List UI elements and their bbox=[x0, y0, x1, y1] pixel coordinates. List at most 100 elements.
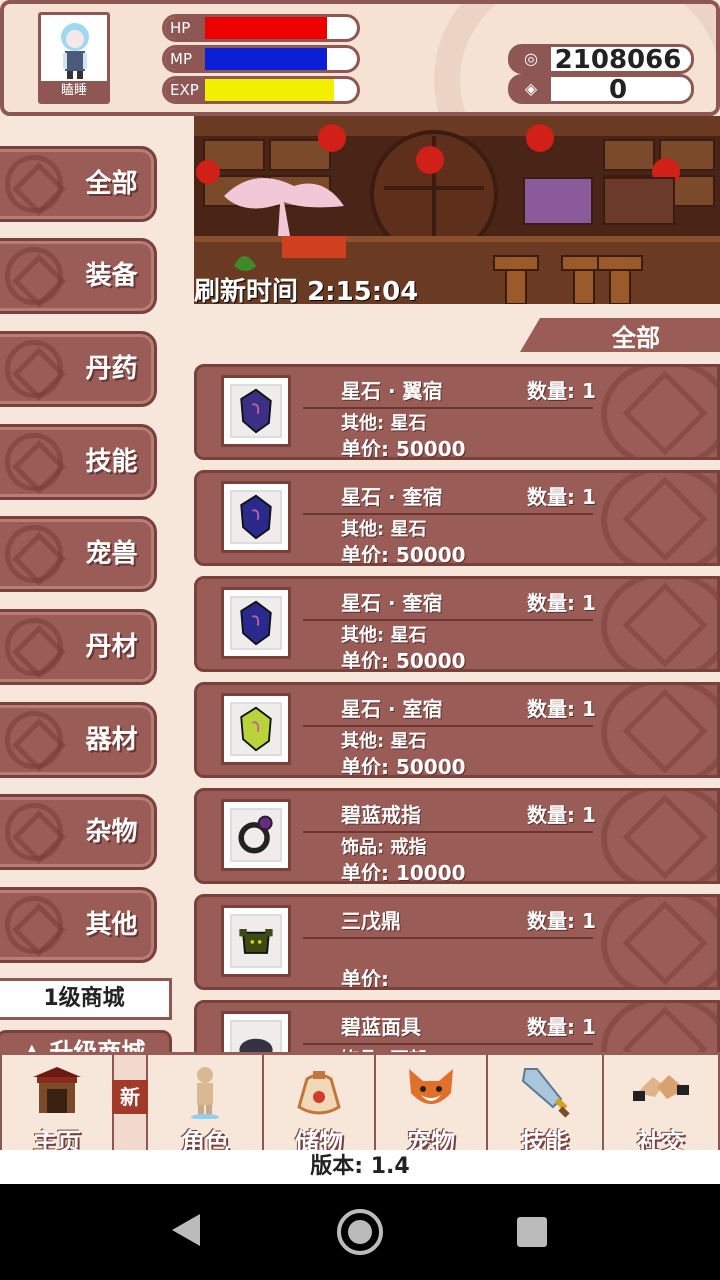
game-screen: 瞌睡 HP MP EXP ◎ 2108066 ◈ 0 全部 装备 丹药 技能 宠… bbox=[0, 0, 720, 1184]
mask-icon bbox=[230, 1020, 282, 1054]
item-slot[interactable] bbox=[221, 799, 291, 871]
new-badge: 新 bbox=[112, 1080, 148, 1114]
category-all[interactable]: 全部 bbox=[0, 146, 157, 222]
ring-icon bbox=[230, 808, 282, 862]
item-name: 星石 · 翼宿 bbox=[341, 379, 443, 403]
item-name: 星石 · 奎宿 bbox=[341, 485, 443, 509]
nav-social[interactable]: 社交 bbox=[602, 1055, 720, 1156]
star-ornament-icon bbox=[5, 247, 63, 305]
star-ornament-icon bbox=[5, 433, 63, 491]
category-label: 丹药 bbox=[85, 354, 138, 384]
back-icon[interactable] bbox=[172, 1214, 200, 1246]
category-equipment[interactable]: 装备 bbox=[0, 238, 157, 314]
divider bbox=[303, 937, 593, 939]
nav-pets[interactable]: 宠物 bbox=[374, 1055, 488, 1156]
category-pets[interactable]: 宠兽 bbox=[0, 516, 157, 592]
shop-level-label: 1级商城 bbox=[0, 978, 172, 1020]
item-slot[interactable] bbox=[221, 587, 291, 659]
mp-bar: MP bbox=[162, 45, 360, 73]
handshake-icon bbox=[633, 1075, 689, 1101]
star-ornament-icon bbox=[601, 897, 717, 987]
item-quantity: 数量: 1 bbox=[527, 591, 596, 615]
item-category: 其他: 星石 bbox=[341, 519, 427, 540]
bag-icon bbox=[297, 1071, 341, 1115]
star-ornament-icon bbox=[5, 525, 63, 583]
item-category: 其他: 星石 bbox=[341, 413, 427, 434]
current-filter-tag: 全部 bbox=[520, 318, 720, 352]
item-category: 饰品: 戒指 bbox=[341, 837, 427, 858]
item-slot[interactable] bbox=[221, 375, 291, 447]
mp-label: MP bbox=[165, 48, 205, 70]
shop-item-row[interactable]: 三戊鼎 数量: 1 单价: bbox=[194, 894, 720, 990]
shop-item-row[interactable]: 星石 · 室宿 数量: 1 其他: 星石 单价: 50000 bbox=[194, 682, 720, 778]
refresh-label: 刷新时间 bbox=[194, 277, 299, 304]
shop-item-row[interactable]: 星石 · 翼宿 数量: 1 其他: 星石 单价: 50000 bbox=[194, 364, 720, 460]
shop-item-list[interactable]: 星石 · 翼宿 数量: 1 其他: 星石 单价: 50000 星石 · 奎宿 数量: 1其… bbox=[194, 364, 720, 1054]
item-category: 其他: 星石 bbox=[341, 731, 427, 752]
blue-star-stone-icon bbox=[230, 596, 282, 650]
hp-bar: HP bbox=[162, 14, 360, 42]
star-ornament-icon bbox=[5, 155, 63, 213]
item-quantity: 数量: 1 bbox=[527, 485, 596, 509]
character-portrait-icon bbox=[61, 23, 89, 79]
hp-label: HP bbox=[165, 17, 205, 39]
shop-item-row[interactable]: 星石 · 奎宿 数量: 1 其他: 星石 单价: 50000 bbox=[194, 576, 720, 672]
item-slot[interactable] bbox=[221, 481, 291, 553]
item-quantity: 数量: 1 bbox=[527, 803, 596, 827]
star-ornament-icon bbox=[601, 367, 717, 457]
item-slot[interactable] bbox=[221, 693, 291, 765]
refresh-time: 2:15:04 bbox=[307, 277, 419, 304]
item-quantity: 数量: 1 bbox=[527, 909, 596, 933]
category-sidebar: 全部 装备 丹药 技能 宠兽 丹材 器材 杂物 其他 bbox=[0, 116, 194, 1056]
category-other[interactable]: 其他 bbox=[0, 887, 157, 963]
nav-storage[interactable]: 储物 bbox=[262, 1055, 376, 1156]
gem-counter: ◈ 0 bbox=[508, 74, 694, 104]
star-ornament-icon bbox=[601, 1003, 717, 1054]
category-label: 器材 bbox=[85, 725, 138, 755]
item-price: 单价: bbox=[341, 967, 389, 990]
sword-icon bbox=[521, 1068, 570, 1118]
item-price: 单价: 50000 bbox=[341, 437, 466, 460]
category-equipment-materials[interactable]: 器材 bbox=[0, 702, 157, 778]
fox-icon bbox=[409, 1069, 453, 1104]
category-skills[interactable]: 技能 bbox=[0, 424, 157, 500]
figure-icon bbox=[191, 1067, 219, 1119]
exp-label: EXP bbox=[165, 79, 205, 101]
star-ornament-icon bbox=[601, 579, 717, 669]
version-label: 版本: 1.4 bbox=[0, 1150, 720, 1184]
item-name: 碧蓝面具 bbox=[341, 1015, 421, 1039]
star-ornament-icon bbox=[601, 791, 717, 881]
hp-fill bbox=[205, 17, 327, 39]
blue-star-stone-icon bbox=[230, 490, 282, 544]
star-ornament-icon bbox=[5, 896, 63, 954]
category-label: 杂物 bbox=[85, 817, 138, 847]
avatar[interactable]: 瞌睡 bbox=[38, 12, 110, 104]
shop-item-row[interactable]: 碧蓝戒指 数量: 1 饰品: 戒指 单价: 10000 bbox=[194, 788, 720, 884]
category-misc[interactable]: 杂物 bbox=[0, 794, 157, 870]
nav-home[interactable]: 主页 bbox=[0, 1055, 114, 1156]
nav-skills[interactable]: 技能 bbox=[486, 1055, 604, 1156]
star-ornament-icon bbox=[5, 711, 63, 769]
item-slot[interactable] bbox=[221, 1011, 291, 1054]
category-pills[interactable]: 丹药 bbox=[0, 331, 157, 407]
gem-icon: ◈ bbox=[511, 77, 551, 101]
gold-value: 2108066 bbox=[554, 45, 682, 75]
home-icon[interactable] bbox=[337, 1209, 383, 1255]
item-price: 单价: 10000 bbox=[341, 861, 466, 884]
item-name: 星石 · 奎宿 bbox=[341, 591, 443, 615]
nav-character[interactable]: 角色 bbox=[146, 1055, 264, 1156]
item-slot[interactable] bbox=[221, 905, 291, 977]
category-label: 技能 bbox=[85, 447, 138, 477]
item-name: 三戊鼎 bbox=[341, 909, 401, 933]
item-price: 单价: 50000 bbox=[341, 755, 466, 778]
shop-item-row[interactable]: 碧蓝面具数量: 1饰品: 面部 bbox=[194, 1000, 720, 1054]
category-label: 丹材 bbox=[85, 632, 138, 662]
item-name: 星石 · 室宿 bbox=[341, 697, 443, 721]
refresh-timer: 刷新时间 2:15:04 bbox=[194, 271, 418, 304]
recents-icon[interactable] bbox=[517, 1217, 547, 1247]
player-status-panel: 瞌睡 HP MP EXP ◎ 2108066 ◈ 0 bbox=[0, 0, 720, 116]
shop-item-row[interactable]: 星石 · 奎宿 数量: 1 其他: 星石 单价: 50000 bbox=[194, 470, 720, 566]
category-pill-materials[interactable]: 丹材 bbox=[0, 609, 157, 685]
gem-value: 0 bbox=[608, 75, 628, 105]
category-label: 宠兽 bbox=[85, 539, 138, 569]
